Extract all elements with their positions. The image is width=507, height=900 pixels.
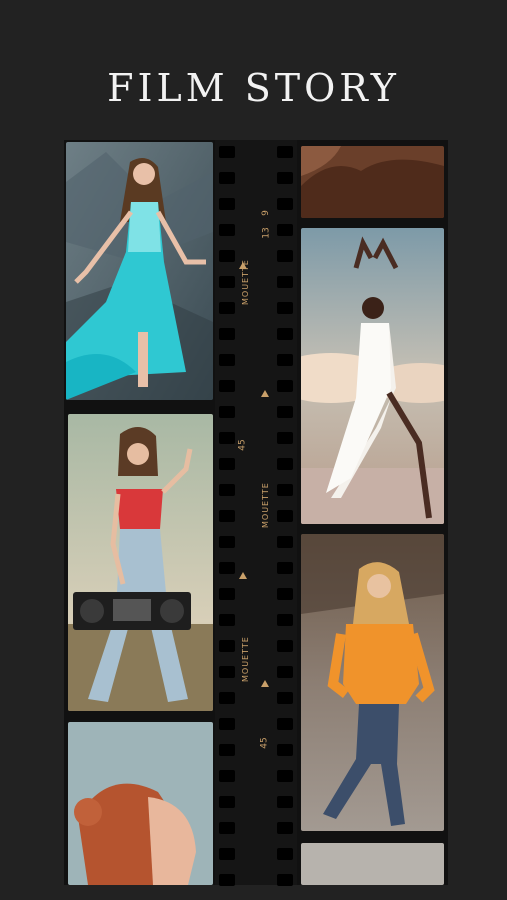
sprocket-hole [277,172,293,184]
sprocket-hole [277,770,293,782]
sprocket-hole [219,380,235,392]
sprocket-hole [219,510,235,522]
film-strip-right [297,140,448,885]
sprocket-hole [219,718,235,730]
sprocket-hole [277,458,293,470]
sprocket-hole [219,276,235,288]
woman-in-orange-hoodie [301,534,444,831]
sprocket-hole [277,198,293,210]
sprocket-hole [277,328,293,340]
frame-marker-arrow [239,262,247,269]
sprocket-hole [219,354,235,366]
sprocket-hole [219,172,235,184]
woman-with-red-hair-profile [68,722,213,885]
sprocket-hole [277,302,293,314]
sprocket-hole [219,796,235,808]
brand-label: MOUETTE [261,482,270,528]
sprocket-hole [277,510,293,522]
sprocket-hole [219,588,235,600]
sprocket-hole [219,458,235,470]
frame-marker-arrow [261,680,269,687]
sprocket-hole [219,744,235,756]
sprocket-hole [219,640,235,652]
sprocket-hole [277,718,293,730]
sprocket-hole [219,484,235,496]
sprocket-hole [277,224,293,236]
sprocket-hole [277,406,293,418]
sprocket-hole [219,614,235,626]
sprocket-hole [219,250,235,262]
photo-frame-brown-fabric[interactable] [301,146,444,218]
sprocket-hole [219,406,235,418]
dancer-in-white-dress-at-sea [301,228,444,524]
sprocket-hole [219,146,235,158]
sprocket-hole [277,848,293,860]
sprocket-hole [277,354,293,366]
sprocket-hole [277,692,293,704]
frame-number: 45 [237,439,248,451]
frame-marker-arrow [261,390,269,397]
sprocket-hole [219,874,235,886]
sprocket-hole [277,562,293,574]
page-title: FILM STORY [107,66,400,110]
partial-photo [301,843,444,885]
photo-frame-boombox[interactable] [68,414,213,711]
frame-number: 13 [261,227,272,239]
photo-frame-partial[interactable] [301,843,444,885]
film-strip-left [64,140,215,885]
sprocket-hole [277,276,293,288]
brand-label: MOUETTE [241,636,250,682]
sprocket-hole [277,484,293,496]
sprocket-hole [277,744,293,756]
sprocket-hole [277,796,293,808]
sprocket-hole [277,874,293,886]
photo-frame-orange-hoodie[interactable] [301,534,444,831]
sprocket-hole [219,198,235,210]
sprocket-hole [277,380,293,392]
sprocket-hole [277,146,293,158]
sprocket-hole [219,666,235,678]
sprocket-hole [219,770,235,782]
film-story-template: FILM STORY 9 13 MOUETTE MOUETTE MOUETTE … [0,0,507,900]
sprocket-hole [219,328,235,340]
sprocket-hole [277,640,293,652]
sprocket-hole [219,848,235,860]
sprocket-hole [219,562,235,574]
sprocket-hole [219,536,235,548]
sprocket-hole [277,614,293,626]
frame-number: 45 [259,737,270,749]
sprocket-hole [219,224,235,236]
photo-frame-dancer[interactable] [301,228,444,524]
sprocket-hole [219,432,235,444]
sprocket-hole [219,302,235,314]
sprocket-hole [277,536,293,548]
frame-number: 9 [260,210,271,216]
photo-frame-turquoise-gown[interactable] [66,142,213,400]
sprocket-hole [277,432,293,444]
woman-in-turquoise-sequin-gown [66,142,213,400]
sprocket-hole [277,822,293,834]
film-gutter: 9 13 MOUETTE MOUETTE MOUETTE 45 45 [215,140,297,886]
woman-in-red-top-holding-boombox [68,414,213,711]
sprocket-hole [219,692,235,704]
sprocket-hole [277,666,293,678]
sprocket-hole [219,822,235,834]
brown-draped-fabric [301,146,444,218]
sprocket-hole [277,250,293,262]
photo-frame-red-hair[interactable] [68,722,213,885]
sprocket-hole [277,588,293,600]
frame-marker-arrow [239,572,247,579]
